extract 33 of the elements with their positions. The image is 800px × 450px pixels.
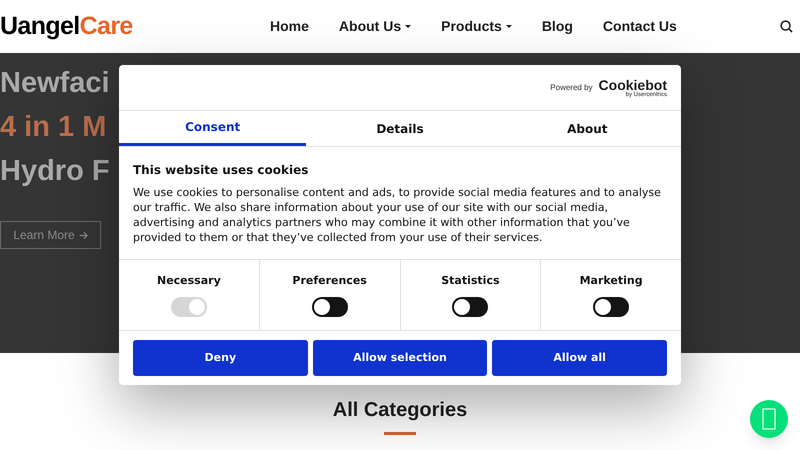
title-underline — [384, 432, 416, 435]
dialog-tab[interactable]: Consent — [119, 111, 306, 146]
nav-link[interactable]: Blog — [542, 16, 573, 37]
toggle-switch[interactable] — [593, 296, 630, 317]
section-title: All Categories — [332, 398, 468, 423]
toggle-switch[interactable] — [312, 296, 348, 317]
category-label: Preferences — [292, 273, 367, 290]
arrow-right-icon — [78, 230, 88, 240]
nav-link[interactable]: Products — [441, 16, 512, 37]
consent-button[interactable]: Deny — [133, 340, 308, 376]
nav-link[interactable]: About Us — [338, 16, 412, 37]
dialog-body-text: We use cookies to personalise content and ads, to provide social media features and to analyse our traffic. We also share information about your use of our site with our social media, advertising and analytics partners who may combine it with other information that you’ve provided to them or that they’ve collected from your use of their services. — [133, 185, 662, 245]
dialog-tab[interactable]: About — [494, 111, 681, 146]
hero-heading-line: Hydro F — [0, 154, 110, 189]
dialog-tab[interactable]: Details — [306, 111, 494, 146]
consent-button[interactable]: Allow all — [492, 340, 668, 376]
nav-link[interactable]: Home — [270, 16, 309, 37]
hero-heading-line: Newfaci — [0, 66, 110, 101]
caret-icon — [506, 24, 512, 28]
caret-icon — [405, 24, 412, 28]
consent-button[interactable]: Allow selection — [312, 340, 488, 376]
powered-by-text: Powered by — [550, 82, 593, 94]
learn-more-button[interactable]: Learn More — [0, 221, 101, 249]
phone-icon — [762, 408, 776, 430]
toggle-switch[interactable] — [452, 296, 488, 317]
category-label: Marketing — [580, 273, 643, 290]
hero-heading-line: 4 in 1 M — [0, 110, 106, 145]
logo[interactable]: UangelCare — [0, 8, 250, 46]
nav-link[interactable]: Contact Us — [602, 16, 677, 37]
search-icon[interactable] — [780, 20, 793, 33]
dialog-heading: This website uses cookies — [133, 162, 310, 179]
category-label: Statistics — [441, 273, 500, 290]
category-label: Necessary — [156, 273, 221, 290]
